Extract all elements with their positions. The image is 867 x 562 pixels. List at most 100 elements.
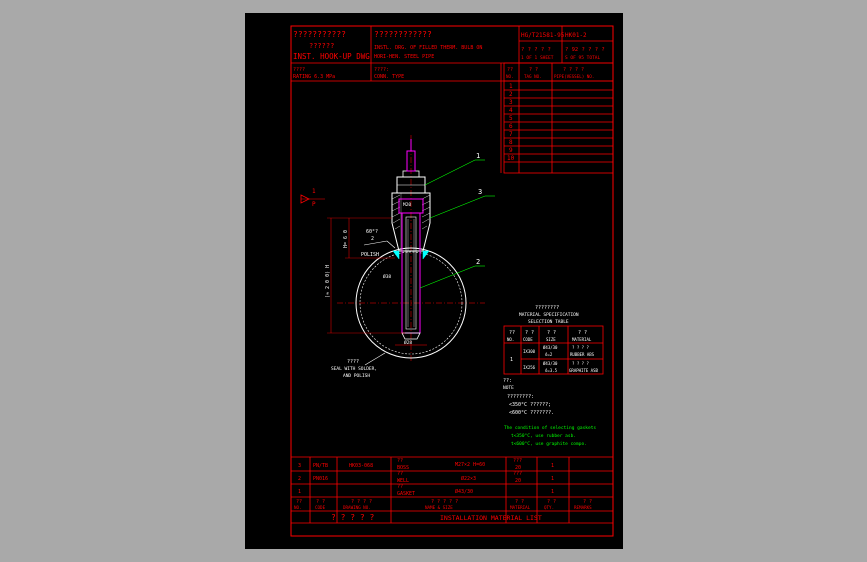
- spec-h-no-en: NO.: [507, 337, 514, 342]
- bom-code: PN016: [313, 476, 328, 482]
- bom-no: 2: [298, 476, 301, 482]
- tag-row: 5: [509, 115, 513, 122]
- note-en-3: t<600°C, use graphite compo.: [511, 441, 587, 447]
- title-left-cn-2: ??????: [309, 42, 334, 50]
- page-row-1: ? ? ? ? ?: [521, 47, 551, 53]
- bulb-assembly-drawing: [300, 135, 495, 366]
- tag-row: 3: [509, 99, 513, 106]
- spec-code-2: IX256: [523, 365, 536, 370]
- bom-h-name-en: NAME & SIZE: [425, 505, 453, 510]
- bom-name-cn: ??: [397, 458, 403, 464]
- conn-value: CONN. TYPE: [374, 74, 404, 80]
- spec-row-no: 1: [510, 357, 513, 363]
- dim-left: (≈ 2 0 0) H: [325, 265, 331, 298]
- cad-drawing: ??????????? ?????? INST. HOOK-UP DWG ???…: [290, 25, 614, 537]
- note-line-3: <600°C ???????.: [509, 410, 554, 416]
- dwg-number: HK01-2: [565, 32, 587, 39]
- bom-size: M27×2 H=60: [455, 462, 485, 468]
- tag-row: 6: [509, 123, 513, 130]
- tag-row: 9: [509, 147, 513, 154]
- tag-row: 8: [509, 139, 513, 146]
- note-en-2: t<350°C, use rubber asb.: [511, 433, 576, 439]
- polish-label: POLISH: [361, 252, 379, 258]
- tag-table: [503, 62, 614, 174]
- sheet-border: [290, 25, 614, 537]
- tag-h-tag: ? ?: [529, 67, 538, 73]
- spec-code-1: IX300: [523, 349, 536, 354]
- seal-note-cn: ????: [347, 359, 359, 365]
- std-number: HG/T21581-95: [521, 32, 565, 39]
- note-en-1: The condition of selecting gaskets: [504, 425, 596, 431]
- page-row-2: 1 OF 1 SHEET: [521, 55, 554, 61]
- spec-size-1a: Ø43/30: [543, 345, 558, 350]
- spec-title-cn: ????????: [535, 305, 559, 311]
- bom-h-remarks-en: REMARKS: [574, 505, 592, 510]
- bom-size: Ø22×3: [461, 475, 476, 482]
- bom-qty: 1: [551, 476, 554, 482]
- drawing-viewport[interactable]: ??????????? ?????? INST. HOOK-UP DWG ???…: [245, 13, 623, 549]
- spec-h-size-en: SIZE: [546, 337, 556, 342]
- rating-label: ????: [293, 67, 305, 73]
- title-mid-cn: ????????????: [374, 30, 432, 39]
- spec-h-no: ??: [509, 330, 515, 336]
- total-row-1: ? 92 ? ? ? ?: [565, 47, 605, 53]
- tag-h-no: ??: [507, 67, 513, 73]
- note-line-1: ????????:: [507, 394, 534, 400]
- spec-mat-2b: GRAPHITE ASB: [569, 368, 598, 373]
- bottom-dim-label: Ø28: [404, 339, 412, 346]
- title-mid-en-1: INSTL. DRG. OF FILLED THERM. BULB ON: [374, 45, 482, 51]
- note-title-en: NOTE: [503, 385, 514, 391]
- spec-size-2b: ő=3.5: [545, 368, 558, 373]
- tag-h-no-en: NO.: [506, 74, 514, 79]
- diameter-label: Ø38: [383, 273, 391, 280]
- spec-title-en-1: MATERIAL SPECIFICATION: [519, 312, 579, 318]
- bom-drawing: HK03-068: [349, 463, 373, 469]
- spec-h-size: ? ?: [547, 330, 556, 336]
- note-title-cn: ??:: [503, 378, 512, 384]
- spec-h-code-en: CODE: [523, 337, 533, 342]
- bom-qty: 1: [551, 489, 554, 495]
- tag-h-pipe: ? ? ? ?: [563, 67, 584, 73]
- tag-h-pipe-en: PIPE(VESSEL) NO.: [554, 74, 594, 79]
- dim-inner: H= 6 0: [343, 230, 349, 248]
- bom-no: 1: [298, 489, 301, 495]
- bom-h-qty-en: QTY.: [544, 505, 554, 510]
- bom-mat-cn: ???: [513, 458, 522, 464]
- bom-h-no-en: NO.: [294, 505, 302, 510]
- callout-3: 3: [478, 188, 482, 196]
- bom-footer-cn: ? ? ? ? ?: [331, 513, 375, 522]
- callout-2: 2: [476, 258, 480, 266]
- bom-footer-en: INSTALLATION MATERIAL LIST: [440, 514, 542, 522]
- tag-row: 10: [507, 155, 515, 162]
- thread-label: M20: [403, 202, 411, 208]
- tag-h-tag-en: TAG NO.: [524, 74, 542, 79]
- title-mid-en-2: HORI-HEN. STEEL PIPE: [374, 54, 434, 60]
- bom-name-cn: ??: [397, 471, 403, 477]
- spec-h-mat-en: MATERIAL: [572, 337, 592, 342]
- bom-code: PN/TB: [313, 463, 328, 469]
- spec-mat-2a: ? ? ? ?: [572, 361, 589, 366]
- tag-row: 2: [509, 91, 513, 98]
- tag-row: 7: [509, 131, 513, 138]
- view-mark-p: P: [312, 201, 316, 208]
- bom-mat-en: 20: [515, 478, 521, 484]
- view-mark: 1: [312, 188, 316, 195]
- callout-1: 1: [476, 152, 480, 160]
- bom-h-material-en: MATERIAL: [510, 505, 531, 510]
- title-left-en: INST. HOOK-UP DWG: [293, 52, 370, 61]
- total-row-2: S OF 95 TOTAL: [565, 55, 601, 61]
- spec-size-2a: Ø43/30: [543, 361, 558, 366]
- rating-value: RATING 6.3 MPa: [293, 74, 335, 80]
- bom-mat-cn: ???: [513, 471, 522, 477]
- bom-no: 3: [298, 463, 301, 469]
- bom-name-cn: ??: [397, 484, 403, 490]
- spec-mat-1b: RUBBER ABS: [570, 352, 595, 357]
- bom-size: Ø43/30: [455, 488, 473, 495]
- seal-note-en-2: AND POLISH: [343, 373, 370, 379]
- note-line-2: <350°C ??????;: [509, 402, 551, 408]
- spec-title-en-2: SELECTION TABLE: [528, 319, 569, 325]
- spec-size-1b: ő=2: [545, 352, 553, 357]
- seal-note-en-1: SEAL WITH SOLDER,: [331, 366, 377, 372]
- bom-h-code-en: CODE: [315, 505, 326, 510]
- tag-row: 1: [509, 83, 513, 90]
